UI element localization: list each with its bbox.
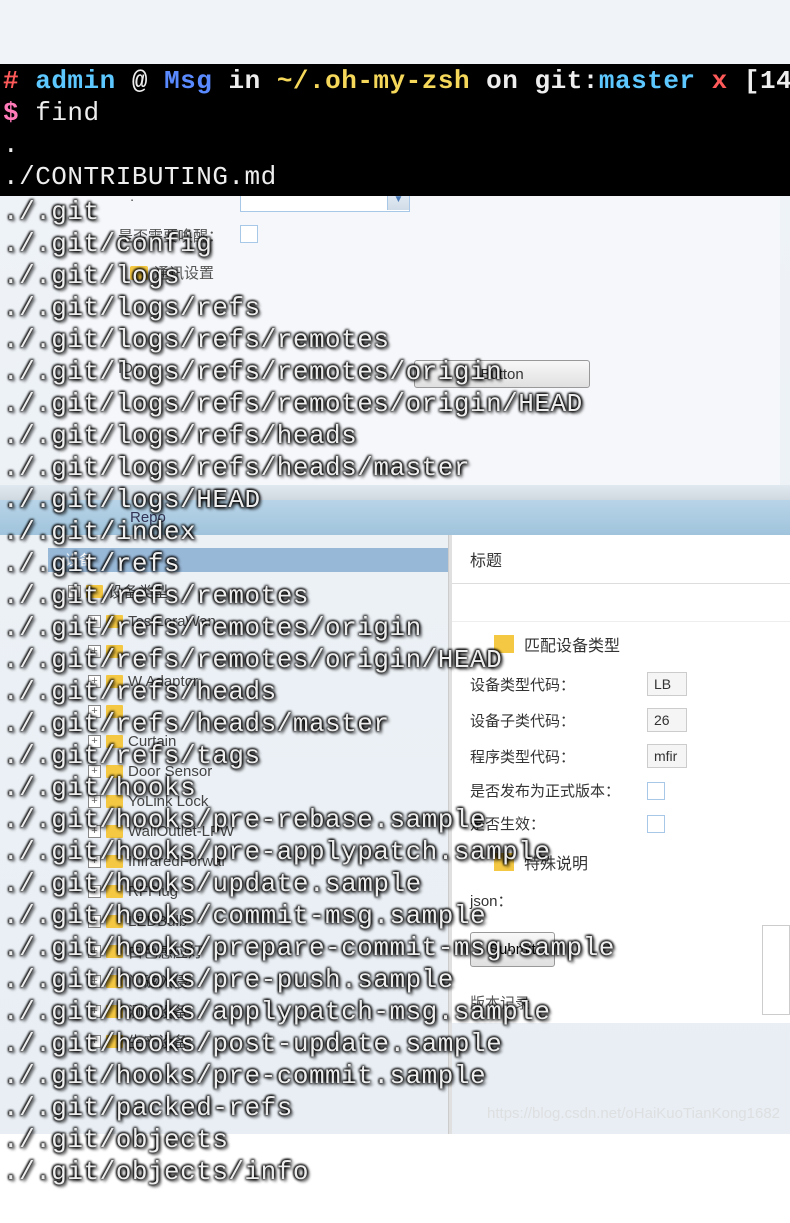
out-25: ./.git/hooks/prepare-commit-msg.sample xyxy=(3,933,615,963)
prompt-dollar: $ xyxy=(3,98,19,128)
out-20: ./.git/hooks xyxy=(3,773,196,803)
watermark: https://blog.csdn.net/oHaiKuoTianKong168… xyxy=(487,1105,780,1122)
out-4: ./.git/logs xyxy=(3,261,180,291)
prompt-git: git: xyxy=(534,66,598,96)
out-11: ./.git/logs/HEAD xyxy=(3,485,261,515)
out-21: ./.git/hooks/pre-rebase.sample xyxy=(3,805,486,835)
out-6: ./.git/logs/refs/remotes xyxy=(3,325,389,355)
out-14: ./.git/refs/remotes xyxy=(3,581,309,611)
out-29: ./.git/hooks/pre-commit.sample xyxy=(3,1061,486,1091)
out-17: ./.git/refs/heads xyxy=(3,677,277,707)
out-1: ./CONTRIBUTING.md xyxy=(3,162,277,192)
out-27: ./.git/hooks/applypatch-msg.sample xyxy=(3,997,551,1027)
prompt-x: x xyxy=(712,66,728,96)
out-31: ./.git/objects xyxy=(3,1125,228,1155)
prompt-on: on xyxy=(486,66,518,96)
prompt-path: ~/.oh-my-zsh xyxy=(277,66,470,96)
prompt-time: [14:15:46] xyxy=(744,66,790,96)
out-3: ./.git/config xyxy=(3,229,212,259)
out-13: ./.git/refs xyxy=(3,549,180,579)
out-7: ./.git/logs/refs/remotes/origin xyxy=(3,357,502,387)
out-26: ./.git/hooks/pre-push.sample xyxy=(3,965,454,995)
out-5: ./.git/logs/refs xyxy=(3,293,261,323)
out-28: ./.git/hooks/post-update.sample xyxy=(3,1029,502,1059)
out-23: ./.git/hooks/update.sample xyxy=(3,869,422,899)
out-24: ./.git/hooks/commit-msg.sample xyxy=(3,901,486,931)
out-10: ./.git/logs/refs/heads/master xyxy=(3,453,470,483)
out-8: ./.git/logs/refs/remotes/origin/HEAD xyxy=(3,389,583,419)
terminal-overlay[interactable]: # admin @ Msg in ~/.oh-my-zsh on git:mas… xyxy=(0,0,790,1223)
out-30: ./.git/packed-refs xyxy=(3,1093,293,1123)
out-12: ./.git/index xyxy=(3,517,196,547)
prompt-hash: # xyxy=(3,66,19,96)
prompt-user: admin xyxy=(35,66,116,96)
command-text: find xyxy=(35,98,99,128)
prompt-branch: master xyxy=(599,66,696,96)
terminal-solid: # admin @ Msg in ~/.oh-my-zsh on git:mas… xyxy=(0,64,790,196)
out-18: ./.git/refs/heads/master xyxy=(3,709,389,739)
terminal-transparent: ./.git ./.git/config ./.git/logs ./.git/… xyxy=(0,196,790,1191)
prompt-at: @ xyxy=(132,66,148,96)
out-15: ./.git/refs/remotes/origin xyxy=(3,613,422,643)
prompt-in: in xyxy=(228,66,260,96)
prompt-host: Msg xyxy=(164,66,212,96)
out-9: ./.git/logs/refs/heads xyxy=(3,421,357,451)
out-22: ./.git/hooks/pre-applypatch.sample xyxy=(3,837,551,867)
out-0: . xyxy=(3,130,19,160)
out-2: ./.git xyxy=(3,197,100,227)
out-16: ./.git/refs/remotes/origin/HEAD xyxy=(3,645,502,675)
out-19: ./.git/refs/tags xyxy=(3,741,261,771)
out-32: ./.git/objects/info xyxy=(3,1157,309,1187)
